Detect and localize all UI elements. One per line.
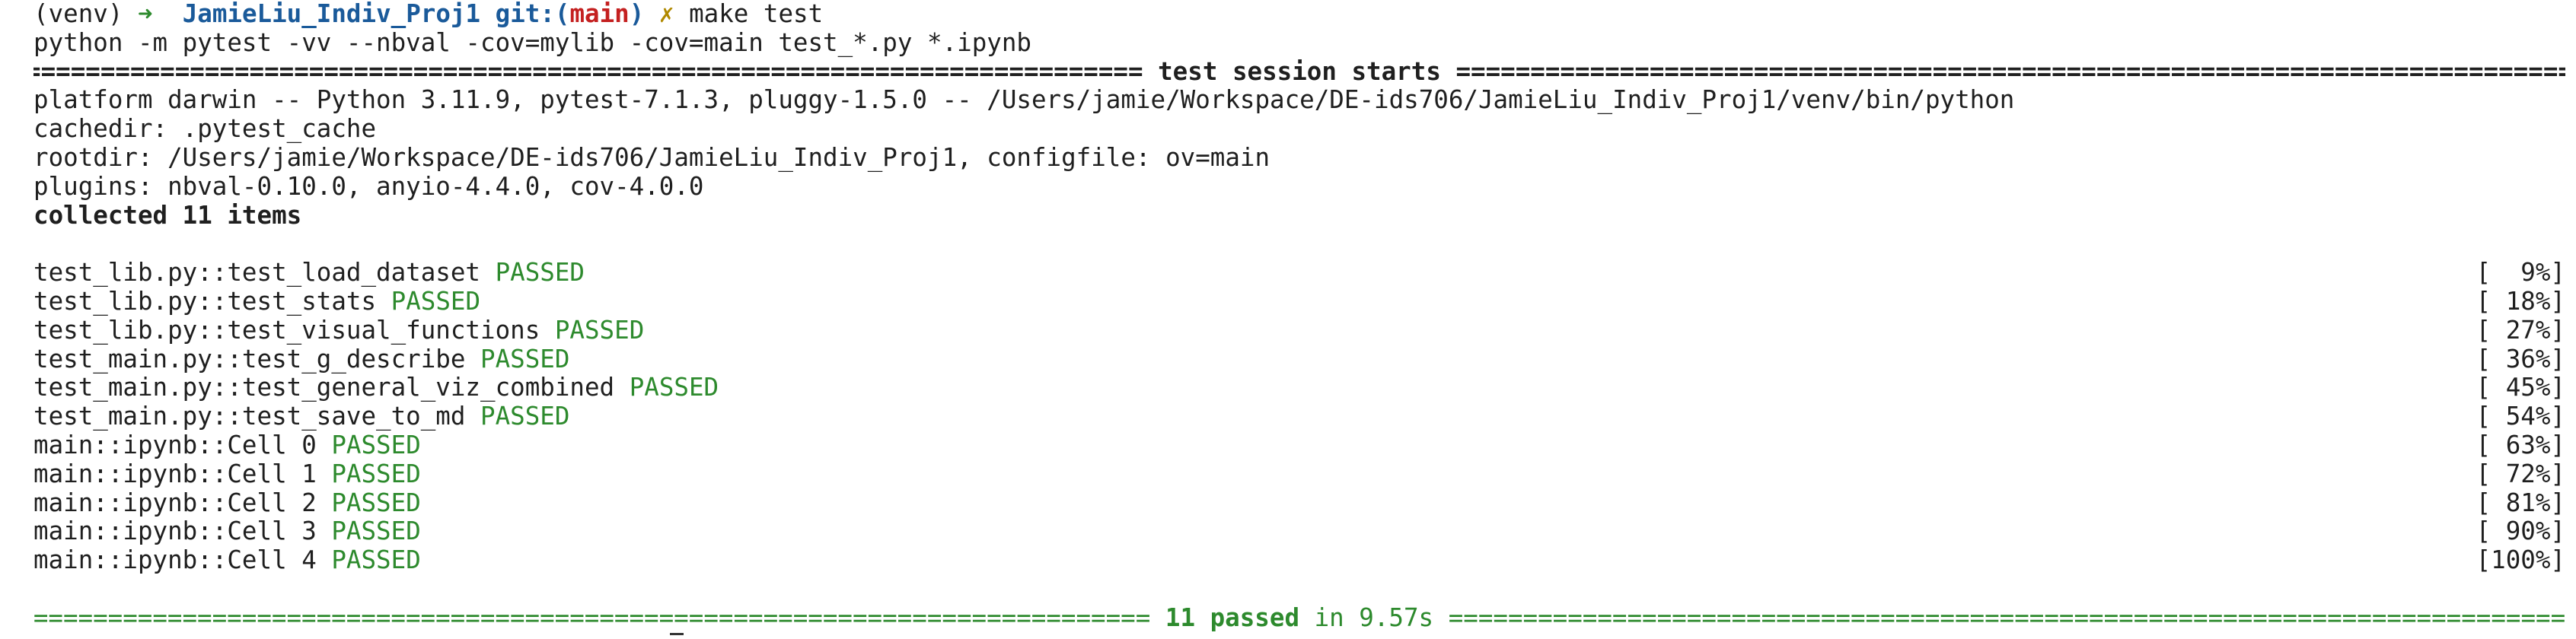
test-result-row: main::ipynb::Cell 4 PASSED [100%] bbox=[33, 546, 2565, 575]
test-status: PASSED bbox=[480, 402, 570, 431]
test-progress: [ 27%] bbox=[2476, 316, 2565, 345]
test-status: PASSED bbox=[629, 374, 719, 402]
test-progress: [ 45%] bbox=[2476, 374, 2565, 402]
test-name: test_main.py::test_general_viz_combined bbox=[33, 374, 615, 402]
test-status: PASSED bbox=[480, 345, 570, 374]
test-results-list: test_lib.py::test_load_dataset PASSED[ 9… bbox=[33, 259, 2576, 575]
branch-paren-open: ( bbox=[554, 0, 570, 28]
command-echo: python -m pytest -vv --nbval -cov=mylib … bbox=[33, 28, 1031, 57]
summary-passed: 11 passed bbox=[1165, 603, 1300, 632]
test-name: test_lib.py::test_visual_functions bbox=[33, 316, 540, 345]
test-name: main::ipynb::Cell 1 bbox=[33, 459, 317, 488]
test-name: test_main.py::test_save_to_md bbox=[33, 402, 466, 431]
rootdir-line: rootdir: /Users/jamie/Workspace/DE-ids70… bbox=[33, 143, 1270, 172]
summary-rule-right: ========================================… bbox=[1448, 603, 2565, 632]
summary-text: 11 passed in 9.57s bbox=[1150, 604, 1448, 633]
test-name: main::ipynb::Cell 4 bbox=[33, 546, 317, 575]
test-status: PASSED bbox=[331, 517, 421, 546]
test-status: PASSED bbox=[331, 459, 421, 488]
test-result-row: main::ipynb::Cell 1 PASSED [ 72%] bbox=[33, 460, 2565, 489]
test-name: test_lib.py::test_stats bbox=[33, 287, 377, 316]
test-name: main::ipynb::Cell 3 bbox=[33, 517, 317, 546]
prompt-line: (venv) ➜ JamieLiu_Indiv_Proj1 git:(main)… bbox=[33, 0, 2576, 29]
git-branch: main bbox=[569, 0, 630, 28]
test-result-row: test_main.py::test_g_describe PASSED [ 36… bbox=[33, 345, 2565, 374]
platform-line: platform darwin -- Python 3.11.9, pytest… bbox=[33, 86, 2015, 115]
text-cursor bbox=[670, 633, 684, 635]
branch-paren-close: ) bbox=[629, 0, 645, 28]
cachedir-line: cachedir: .pytest_cache bbox=[33, 115, 377, 144]
test-result-row: main::ipynb::Cell 3 PASSED [ 90%] bbox=[33, 517, 2565, 546]
git-label: git: bbox=[495, 0, 555, 28]
dirty-mark-icon: ✗ bbox=[658, 0, 674, 28]
typed-command: make test bbox=[689, 0, 824, 28]
test-result-row: main::ipynb::Cell 0 PASSED [ 63%] bbox=[33, 431, 2565, 460]
session-header: ========================================… bbox=[33, 58, 2565, 87]
test-status: PASSED bbox=[331, 431, 421, 459]
header-rule-left: ========================================… bbox=[33, 57, 1143, 86]
test-status: PASSED bbox=[495, 259, 585, 288]
collected-line: collected 11 items bbox=[33, 201, 302, 230]
summary-line: ========================================… bbox=[33, 604, 2565, 633]
test-status: PASSED bbox=[391, 287, 481, 316]
test-result-row: test_main.py::test_general_viz_combined … bbox=[33, 374, 2565, 402]
test-result-row: main::ipynb::Cell 2 PASSED [ 81%] bbox=[33, 489, 2565, 518]
test-name: main::ipynb::Cell 2 bbox=[33, 488, 317, 517]
plugins-line: plugins: nbval-0.10.0, anyio-4.4.0, cov-… bbox=[33, 172, 704, 201]
test-name: test_lib.py::test_load_dataset bbox=[33, 259, 480, 288]
header-rule-right: ========================================… bbox=[1455, 57, 2565, 86]
test-progress: [ 9%] bbox=[2476, 259, 2565, 288]
venv-label: (venv) bbox=[33, 0, 123, 28]
test-result-row: test_lib.py::test_load_dataset PASSED [ 9… bbox=[33, 259, 2565, 288]
test-progress: [ 90%] bbox=[2476, 517, 2565, 546]
summary-duration: in 9.57s bbox=[1299, 603, 1449, 632]
test-result-row: test_lib.py::test_stats PASSED [ 18%] bbox=[33, 288, 2565, 316]
test-status: PASSED bbox=[331, 546, 421, 575]
summary-rule-left: ========================================… bbox=[33, 603, 1151, 632]
repo-name: JamieLiu_Indiv_Proj1 bbox=[182, 0, 481, 28]
session-header-title: test session starts bbox=[1143, 57, 1456, 86]
test-name: main::ipynb::Cell 0 bbox=[33, 431, 317, 459]
test-status: PASSED bbox=[331, 488, 421, 517]
test-progress: [ 54%] bbox=[2476, 402, 2565, 431]
terminal-window[interactable]: (venv) ➜ JamieLiu_Indiv_Proj1 git:(main)… bbox=[0, 0, 2576, 639]
test-progress: [ 63%] bbox=[2476, 431, 2565, 459]
test-progress: [100%] bbox=[2476, 546, 2565, 575]
test-progress: [ 81%] bbox=[2476, 488, 2565, 517]
test-status: PASSED bbox=[554, 316, 645, 345]
test-name: test_main.py::test_g_describe bbox=[33, 345, 466, 374]
test-result-row: test_main.py::test_save_to_md PASSED [ 54… bbox=[33, 402, 2565, 431]
prompt-arrow-icon: ➜ bbox=[137, 0, 153, 28]
test-progress: [ 72%] bbox=[2476, 459, 2565, 488]
test-progress: [ 36%] bbox=[2476, 345, 2565, 374]
test-result-row: test_lib.py::test_visual_functions PASSE… bbox=[33, 316, 2565, 345]
test-progress: [ 18%] bbox=[2476, 287, 2565, 316]
